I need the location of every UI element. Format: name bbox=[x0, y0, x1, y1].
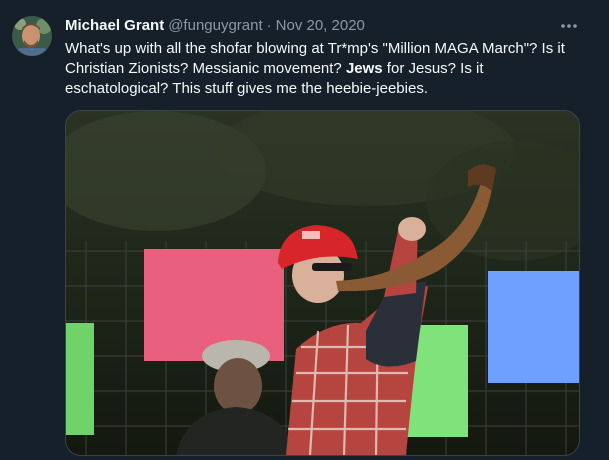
tweet-date[interactable]: Nov 20, 2020 bbox=[276, 17, 365, 34]
tweet-card[interactable]: Michael Grant @funguygrant · Nov 20, 202… bbox=[0, 0, 609, 460]
tweet-text: What's up with all the shofar blowing at… bbox=[65, 39, 585, 99]
tweet-text-part-1: What's up with all the shofar blowing at… bbox=[65, 40, 565, 77]
separator-dot: · bbox=[266, 16, 272, 34]
more-options-button[interactable] bbox=[556, 14, 582, 38]
avatar[interactable] bbox=[12, 16, 52, 56]
author-handle[interactable]: @funguygrant bbox=[168, 17, 262, 34]
photo-image bbox=[66, 111, 579, 455]
author-name[interactable]: Michael Grant bbox=[65, 17, 164, 34]
avatar-image bbox=[12, 16, 52, 56]
tweet-header: Michael Grant @funguygrant · Nov 20, 202… bbox=[65, 15, 365, 35]
tweet-media-photo[interactable] bbox=[65, 110, 580, 456]
tweet-text-bold: Jews bbox=[345, 60, 383, 77]
more-horizontal-icon bbox=[561, 24, 577, 28]
